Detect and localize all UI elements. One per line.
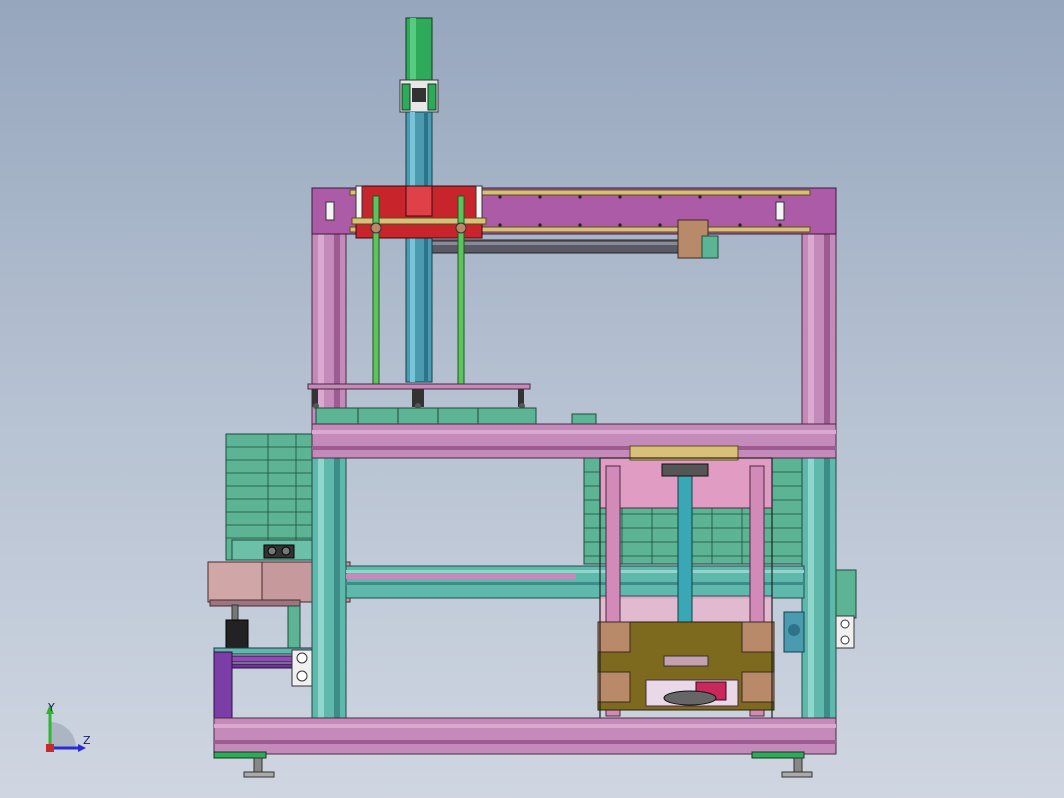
orientation-triad[interactable]: Y Z — [46, 701, 91, 752]
guide-rod — [429, 239, 717, 254]
green-pallet-upper — [315, 407, 597, 425]
right-frame-post — [801, 231, 837, 723]
machine-drawing: Y Z — [46, 17, 857, 778]
y-axis-label: Y — [47, 701, 55, 714]
servo-motor — [399, 17, 439, 113]
z-axis-label: Z — [83, 734, 91, 747]
conveyor-rail — [345, 565, 805, 599]
middle-deck-beam — [311, 423, 837, 459]
z-axis-column — [405, 111, 433, 383]
left-purple-panel — [213, 649, 313, 721]
left-frame-post — [311, 231, 347, 723]
leveling-feet — [213, 751, 813, 778]
cad-viewport[interactable]: Y Z — [0, 0, 1064, 798]
left-stack-module — [225, 433, 313, 561]
base-beam — [213, 717, 837, 755]
